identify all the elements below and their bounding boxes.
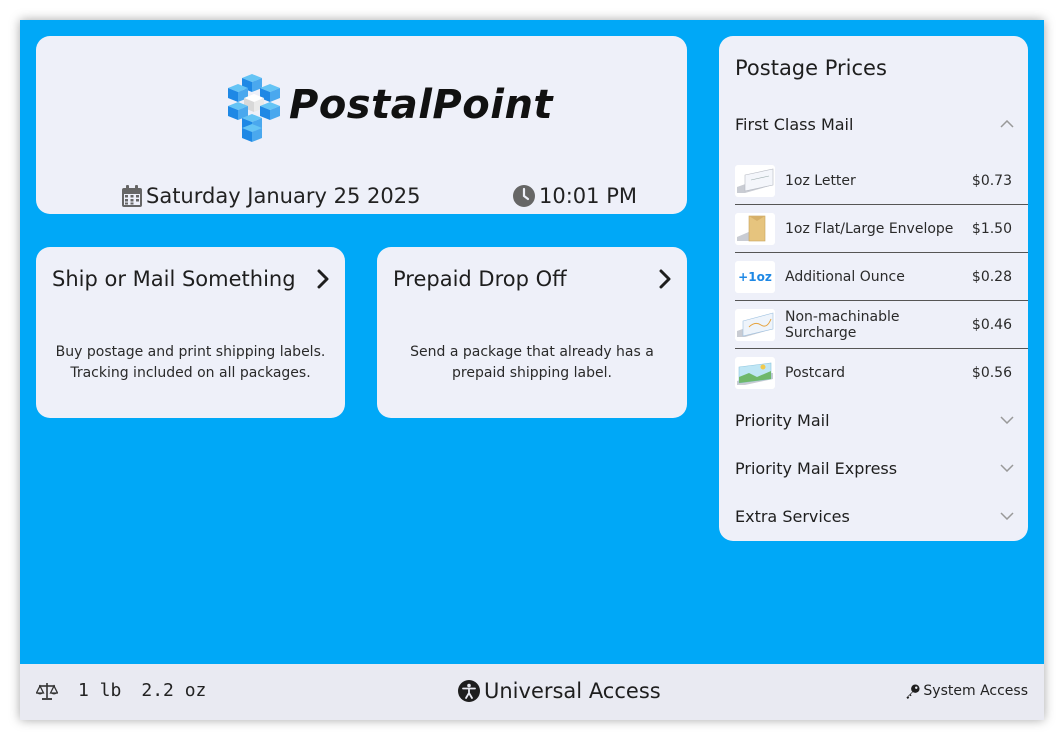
ship-or-mail-title: Ship or Mail Something (52, 267, 296, 291)
postcard-icon (735, 356, 775, 389)
section-priority-mail[interactable]: Priority Mail (735, 408, 1014, 432)
calendar-icon (122, 185, 142, 207)
chevron-down-icon (1000, 512, 1014, 520)
price-item-value: $0.56 (971, 364, 1012, 381)
system-access-button[interactable]: System Access (905, 683, 1028, 699)
nonmachinable-envelope-icon (735, 308, 775, 341)
ship-or-mail-card[interactable]: Ship or Mail Something Buy postage and p… (36, 247, 345, 418)
section-label: Priority Mail (735, 410, 830, 430)
time-text: 10:01 PM (539, 184, 637, 208)
header-card: PostalPoint Saturday January 25 2025 10:… (36, 36, 687, 214)
scale-readout: 1 lb 2.2 oz (36, 680, 206, 701)
weight-pounds: 1 lb (78, 680, 122, 701)
chevron-right-icon (659, 269, 671, 289)
price-item-value: $0.73 (971, 172, 1012, 189)
price-item-value: $1.50 (971, 220, 1012, 237)
price-row-nonmachinable: Non-machinable Surcharge $0.46 (735, 301, 1028, 349)
price-row-postcard: Postcard $0.56 (735, 349, 1028, 396)
key-icon (906, 683, 920, 699)
price-row-large-envelope: 1oz Flat/Large Envelope $1.50 (735, 205, 1028, 253)
section-label: Extra Services (735, 506, 850, 526)
chevron-down-icon (1000, 464, 1014, 472)
universal-access-label: Universal Access (484, 679, 661, 703)
universal-access-button[interactable]: Universal Access (458, 679, 661, 703)
prepaid-drop-off-card[interactable]: Prepaid Drop Off Send a package that alr… (377, 247, 687, 418)
price-item-value: $0.28 (971, 268, 1012, 285)
price-row-additional-ounce: +1oz Additional Ounce $0.28 (735, 253, 1028, 301)
weight-ounces: 2.2 oz (141, 680, 207, 701)
letter-envelope-icon (735, 164, 775, 197)
price-item-value: $0.46 (971, 316, 1012, 333)
plus-ounce-icon: +1oz (735, 260, 775, 293)
section-label: Priority Mail Express (735, 458, 898, 478)
brand-name: PostalPoint (289, 82, 554, 128)
date-display: Saturday January 25 2025 (122, 184, 420, 208)
accessibility-icon (458, 680, 480, 702)
large-envelope-icon (735, 212, 775, 245)
bottom-status-bar: 1 lb 2.2 oz Universal Access System Acce… (20, 664, 1044, 720)
date-text: Saturday January 25 2025 (146, 184, 421, 208)
logo-icon (228, 74, 280, 142)
price-row-letter: 1oz Letter $0.73 (735, 157, 1028, 205)
chevron-down-icon (1000, 416, 1014, 424)
time-display: 10:01 PM (513, 184, 637, 208)
price-item-label: Additional Ounce (785, 268, 905, 285)
clock-icon (513, 185, 535, 207)
chevron-right-icon (317, 269, 329, 289)
price-item-label: 1oz Flat/Large Envelope (785, 220, 954, 237)
chevron-up-icon (1000, 120, 1014, 128)
price-item-label: Non-machinable Surcharge (785, 308, 900, 341)
app-window: PostalPoint Saturday January 25 2025 10:… (20, 20, 1044, 720)
plus-ounce-badge: +1oz (738, 269, 772, 284)
section-priority-mail-express[interactable]: Priority Mail Express (735, 456, 1014, 480)
ship-or-mail-description: Buy postage and print shipping labels. T… (55, 344, 326, 381)
price-item-label: 1oz Letter (785, 172, 856, 189)
price-item-label: Postcard (785, 364, 845, 381)
section-first-class-mail[interactable]: First Class Mail (735, 112, 1014, 136)
section-extra-services[interactable]: Extra Services (735, 504, 1014, 528)
prepaid-drop-off-description: Send a package that already has a prepai… (410, 344, 654, 381)
postage-prices-title: Postage Prices (735, 56, 887, 80)
prepaid-drop-off-title: Prepaid Drop Off (393, 267, 567, 291)
section-label: First Class Mail (735, 114, 854, 134)
scale-icon (36, 682, 58, 700)
postage-prices-panel: Postage Prices First Class Mail 1oz Lett… (719, 36, 1028, 541)
system-access-label: System Access (923, 683, 1028, 699)
